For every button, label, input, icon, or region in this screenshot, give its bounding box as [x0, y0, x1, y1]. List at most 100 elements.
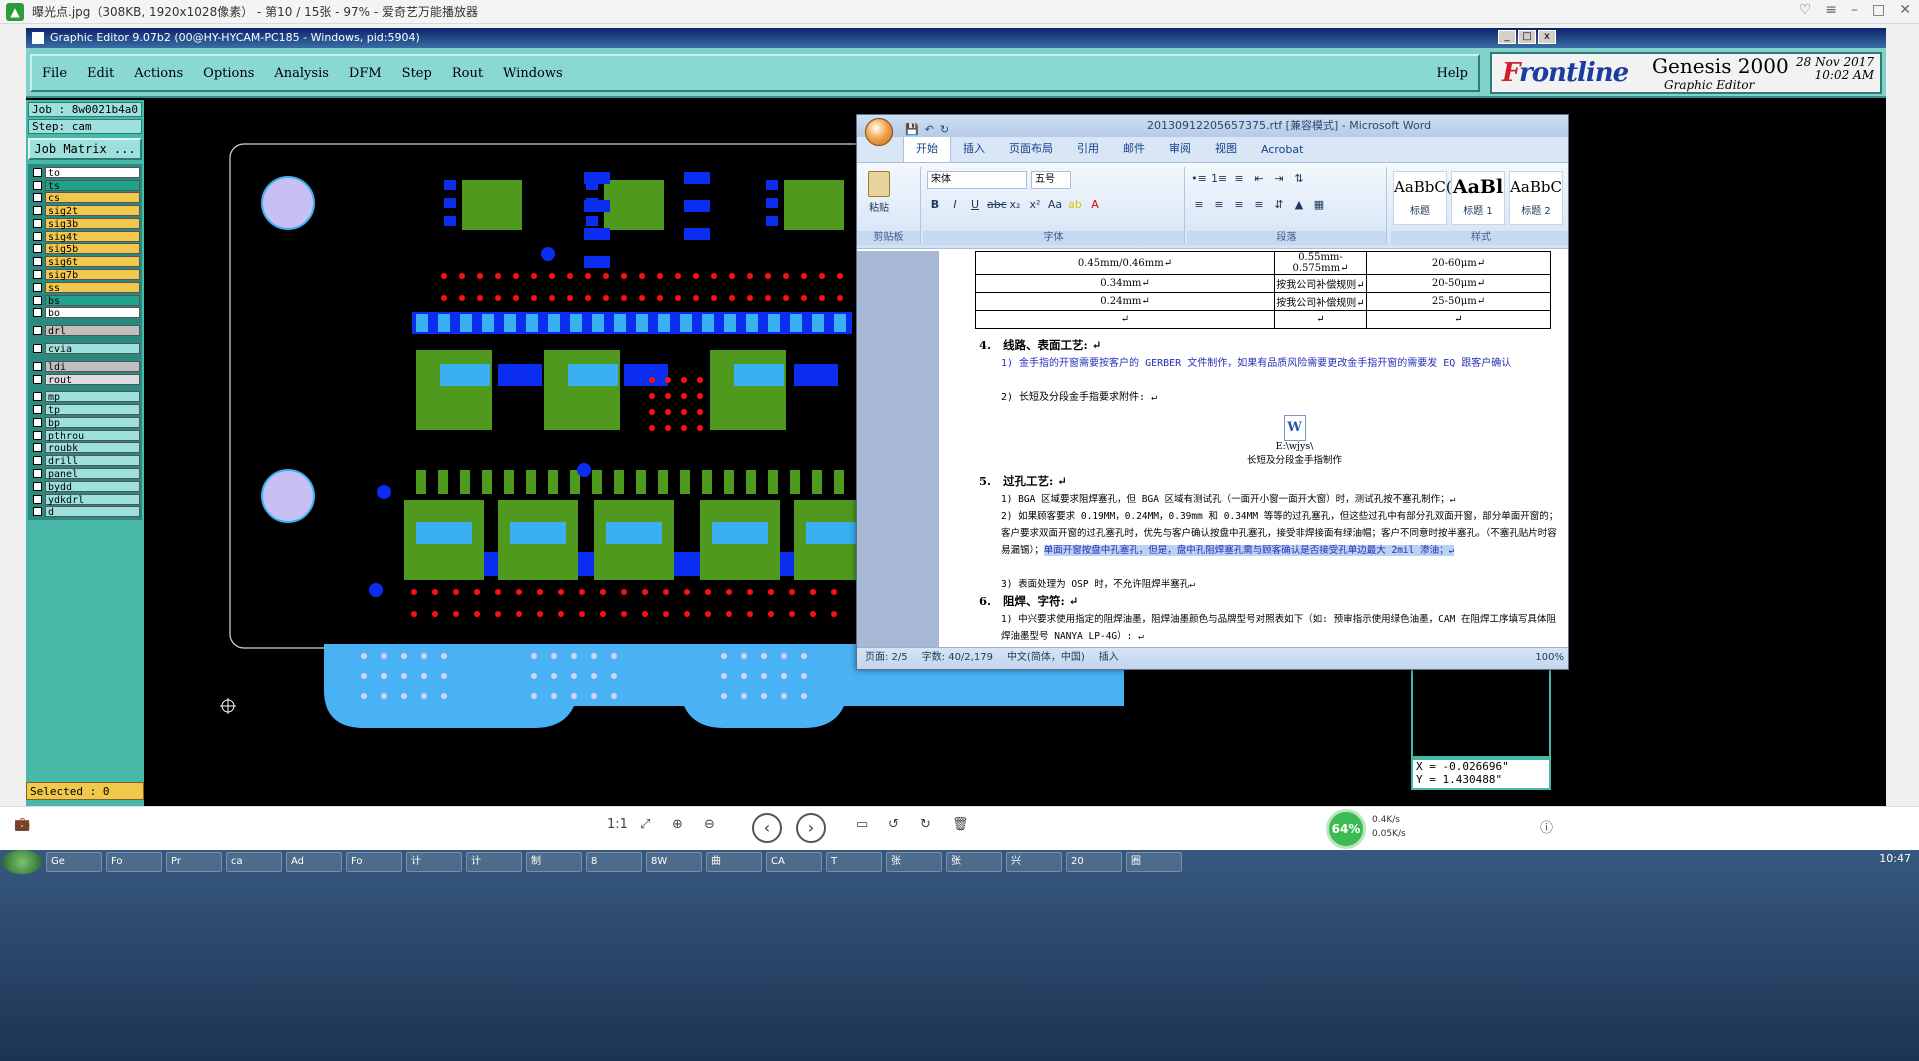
- layer-checkbox[interactable]: [33, 257, 42, 267]
- taskbar-item[interactable]: ca: [226, 852, 282, 872]
- job-matrix-button[interactable]: Job Matrix ...: [28, 138, 142, 160]
- taskbar-item[interactable]: 计: [406, 852, 462, 872]
- layer-row-cvia[interactable]: cvia: [30, 342, 140, 355]
- taskbar-item[interactable]: Ad: [286, 852, 342, 872]
- bullets-icon[interactable]: •≡: [1191, 171, 1207, 187]
- minimize-icon[interactable]: –: [1851, 2, 1858, 18]
- layer-row-d[interactable]: d: [30, 506, 140, 518]
- highlight-icon[interactable]: ab: [1067, 197, 1083, 213]
- layer-checkbox[interactable]: [33, 456, 42, 466]
- zoom-in-icon[interactable]: ⊕: [672, 817, 683, 832]
- taskbar-item[interactable]: 张: [886, 852, 942, 872]
- underline-icon[interactable]: U: [967, 197, 983, 213]
- menu-options[interactable]: Options: [203, 66, 254, 81]
- tab-references[interactable]: 引用: [1065, 140, 1111, 162]
- taskbar-item[interactable]: 8: [586, 852, 642, 872]
- bold-icon[interactable]: B: [927, 197, 943, 213]
- layer-checkbox[interactable]: [33, 326, 42, 336]
- embedded-attachment[interactable]: W E:\wjys\ 长短及分段金手指制作: [1247, 415, 1342, 466]
- layer-checkbox[interactable]: [33, 308, 42, 318]
- align-center-icon[interactable]: ≡: [1211, 197, 1227, 213]
- layer-row-bo[interactable]: bo: [30, 307, 140, 319]
- taskbar-item[interactable]: 计: [466, 852, 522, 872]
- taskbar-item[interactable]: Fo: [346, 852, 402, 872]
- italic-icon[interactable]: I: [947, 197, 963, 213]
- multilevel-list-icon[interactable]: ≡: [1231, 171, 1247, 187]
- subscript-icon[interactable]: x₂: [1007, 197, 1023, 213]
- layer-checkbox[interactable]: [33, 430, 42, 440]
- layer-row-bp[interactable]: bp: [30, 416, 140, 429]
- align-right-icon[interactable]: ≡: [1231, 197, 1247, 213]
- layer-row-mp[interactable]: mp: [30, 391, 140, 403]
- menu-icon[interactable]: ≡: [1825, 2, 1837, 18]
- increase-indent-icon[interactable]: ⇥: [1271, 171, 1287, 187]
- tab-insert[interactable]: 插入: [951, 140, 997, 162]
- close-icon[interactable]: ✕: [1899, 2, 1911, 18]
- shading-icon[interactable]: ▲: [1291, 197, 1307, 213]
- layer-row-sig3b[interactable]: sig3b: [30, 217, 140, 230]
- skin-icon[interactable]: ♡: [1799, 2, 1812, 18]
- start-button[interactable]: [2, 850, 42, 874]
- layer-checkbox[interactable]: [33, 392, 42, 402]
- layer-row-cs[interactable]: cs: [30, 192, 140, 204]
- layer-checkbox[interactable]: [33, 231, 42, 241]
- layer-checkbox[interactable]: [33, 494, 42, 504]
- ge-minimize-icon[interactable]: _: [1498, 30, 1516, 44]
- folder-icon[interactable]: 💼: [14, 817, 30, 832]
- style-card[interactable]: AaBbC 标题 2: [1509, 171, 1563, 225]
- layer-row-sig2t[interactable]: sig2t: [30, 204, 140, 217]
- layer-checkbox[interactable]: [33, 468, 42, 478]
- layer-checkbox[interactable]: [33, 193, 42, 203]
- menu-step[interactable]: Step: [402, 66, 432, 81]
- redo-icon[interactable]: ↻: [940, 119, 949, 141]
- previous-image-icon[interactable]: ‹: [752, 813, 782, 843]
- taskbar-item[interactable]: 制: [526, 852, 582, 872]
- layer-checkbox[interactable]: [33, 443, 42, 453]
- zoom-level[interactable]: 100%: [1535, 648, 1568, 669]
- layer-checkbox[interactable]: [33, 167, 42, 177]
- language-indicator[interactable]: 中文(简体，中国): [1007, 648, 1085, 669]
- layer-checkbox[interactable]: [33, 481, 42, 491]
- layer-row-ts[interactable]: ts: [30, 179, 140, 192]
- taskbar-item[interactable]: Ge: [46, 852, 102, 872]
- layer-row-sig4t[interactable]: sig4t: [30, 230, 140, 243]
- strikethrough-icon[interactable]: abc: [987, 197, 1007, 213]
- layer-checkbox[interactable]: [33, 507, 42, 517]
- layer-checkbox[interactable]: [33, 244, 42, 254]
- layer-row-to[interactable]: to: [30, 166, 140, 179]
- menu-edit[interactable]: Edit: [87, 66, 114, 81]
- actual-size-button[interactable]: 1:1: [607, 817, 628, 832]
- tab-acrobat[interactable]: Acrobat: [1249, 143, 1315, 162]
- taskbar-item[interactable]: Pr: [166, 852, 222, 872]
- word-count[interactable]: 字数: 40/2,179: [922, 648, 993, 669]
- layer-row-roubk[interactable]: roubk: [30, 442, 140, 454]
- layer-row-sig7b[interactable]: sig7b: [30, 268, 140, 281]
- layer-checkbox[interactable]: [33, 206, 42, 216]
- menu-rout[interactable]: Rout: [452, 66, 483, 81]
- taskbar-item[interactable]: CA: [766, 852, 822, 872]
- menu-help[interactable]: Help: [1436, 66, 1468, 81]
- page-indicator[interactable]: 页面: 2/5: [865, 648, 908, 669]
- slideshow-icon[interactable]: ▭: [856, 817, 868, 832]
- insert-mode[interactable]: 插入: [1099, 648, 1119, 669]
- layer-checkbox[interactable]: [33, 218, 42, 228]
- taskbar-item[interactable]: 20: [1066, 852, 1122, 872]
- menu-analysis[interactable]: Analysis: [274, 66, 329, 81]
- tab-review[interactable]: 审阅: [1157, 140, 1203, 162]
- ge-close-icon[interactable]: x: [1538, 30, 1556, 44]
- menu-actions[interactable]: Actions: [134, 66, 183, 81]
- layer-checkbox[interactable]: [33, 374, 42, 384]
- layer-checkbox[interactable]: [33, 361, 42, 371]
- layer-row-sig5b[interactable]: sig5b: [30, 243, 140, 255]
- layer-checkbox[interactable]: [33, 405, 42, 415]
- borders-icon[interactable]: ▦: [1311, 197, 1327, 213]
- layer-row-bydd[interactable]: bydd: [30, 480, 140, 493]
- font-size-select[interactable]: 五号: [1031, 171, 1071, 189]
- taskbar-item[interactable]: Fo: [106, 852, 162, 872]
- layer-row-sig6t[interactable]: sig6t: [30, 255, 140, 268]
- taskbar-item[interactable]: 张: [946, 852, 1002, 872]
- menu-file[interactable]: File: [42, 66, 67, 81]
- taskbar-item[interactable]: 圈: [1126, 852, 1182, 872]
- maximize-icon[interactable]: □: [1872, 2, 1885, 18]
- fit-window-icon[interactable]: ⤢: [640, 817, 650, 832]
